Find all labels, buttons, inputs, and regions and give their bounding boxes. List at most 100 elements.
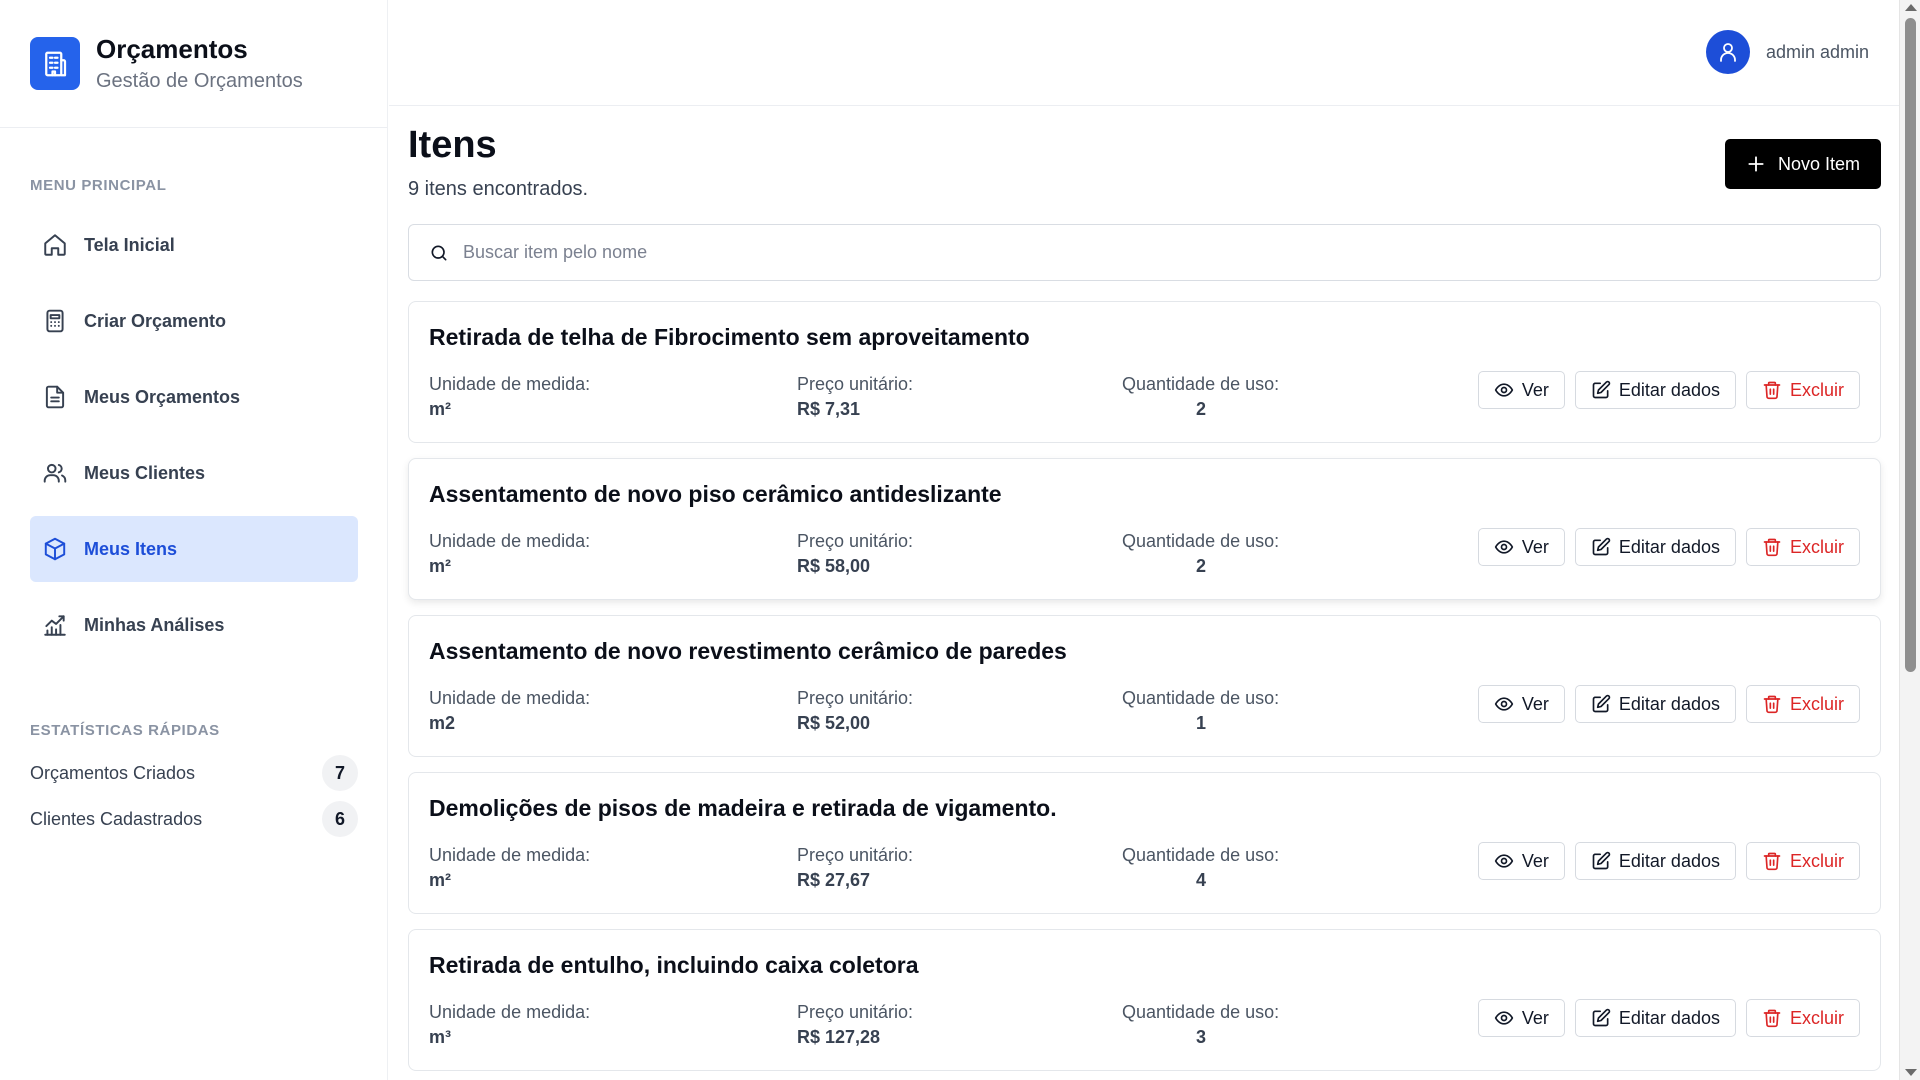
edit-label: Editar dados (1618, 379, 1720, 400)
unit-label: Unidade de medida: (429, 531, 591, 551)
sidebar-item-label: Minhas Análises (84, 614, 225, 635)
search-icon (431, 245, 447, 260)
delete-button[interactable]: Excluir (1745, 842, 1860, 880)
unit-value: m² (429, 556, 451, 576)
document-icon (45, 385, 65, 409)
user-icon (1705, 30, 1750, 74)
edit-icon (1592, 380, 1611, 399)
sidebar-item-label: Meus Orçamentos (84, 386, 241, 407)
eye-icon (1494, 854, 1514, 868)
sidebar-item-tela-inicial[interactable]: Tela Inicial (30, 212, 358, 278)
stat-label: Clientes Cadastrados (30, 808, 203, 829)
delete-button[interactable]: Excluir (1745, 685, 1860, 723)
view-label: Ver (1521, 1007, 1549, 1028)
eye-icon (1494, 1011, 1514, 1025)
stat-count-badge: 6 (322, 801, 358, 837)
usage-value: 3 (1195, 1027, 1206, 1047)
search-input[interactable] (463, 242, 1763, 263)
trash-icon (1763, 381, 1781, 400)
item-actions: Ver Editar dados Excluir (1468, 528, 1860, 566)
edit-icon (1592, 851, 1611, 870)
page-scrollbar[interactable] (1899, 0, 1920, 1080)
usage-value: 4 (1195, 870, 1206, 890)
item-name: Demolições de pisos de madeira e retirad… (429, 795, 1057, 821)
unit-label: Unidade de medida: (429, 688, 591, 708)
edit-button[interactable]: Editar dados (1574, 371, 1736, 409)
delete-button[interactable]: Excluir (1745, 371, 1860, 409)
item-actions: Ver Editar dados Excluir (1468, 371, 1860, 409)
view-button[interactable]: Ver (1477, 999, 1565, 1037)
usage-label: Quantidade de uso: (1122, 845, 1280, 865)
scroll-down-arrow-icon[interactable] (1905, 1069, 1917, 1076)
unit-label: Unidade de medida: (429, 1002, 591, 1022)
delete-label: Excluir (1789, 1007, 1844, 1028)
stat-row: Clientes Cadastrados 6 (30, 796, 358, 842)
building-icon (30, 37, 80, 90)
unit-value: m² (429, 399, 451, 419)
edit-icon (1592, 537, 1611, 556)
trash-icon (1763, 695, 1781, 714)
edit-icon (1592, 1008, 1611, 1027)
usage-label: Quantidade de uso: (1122, 374, 1280, 394)
new-item-label: Novo Item (1777, 153, 1861, 174)
price-label: Preço unitário: (797, 845, 914, 865)
delete-label: Excluir (1789, 850, 1844, 871)
sidebar-item-minhas-analises[interactable]: Minhas Análises (30, 592, 358, 658)
view-button[interactable]: Ver (1477, 685, 1565, 723)
edit-button[interactable]: Editar dados (1574, 999, 1736, 1037)
usage-value: 1 (1195, 713, 1206, 733)
user-name: admin admin (1765, 41, 1869, 62)
view-button[interactable]: Ver (1477, 842, 1565, 880)
price-label: Preço unitário: (797, 688, 914, 708)
price-value: R$ 58,00 (797, 556, 871, 576)
item-actions: Ver Editar dados Excluir (1468, 685, 1860, 723)
view-label: Ver (1521, 536, 1549, 557)
unit-value: m² (429, 870, 451, 890)
usage-value: 2 (1195, 399, 1206, 419)
item-card: Retirada de telha de Fibrocimento sem ap… (408, 301, 1881, 443)
brand-subtitle: Gestão de Orçamentos (96, 69, 303, 92)
chart-icon (44, 615, 66, 636)
edit-label: Editar dados (1618, 693, 1720, 714)
eye-icon (1494, 540, 1514, 554)
price-value: R$ 52,00 (797, 713, 871, 733)
usage-label: Quantidade de uso: (1122, 531, 1280, 551)
edit-label: Editar dados (1618, 1007, 1720, 1028)
edit-button[interactable]: Editar dados (1574, 842, 1736, 880)
price-value: R$ 127,28 (797, 1027, 881, 1047)
usage-value: 2 (1195, 556, 1206, 576)
edit-button[interactable]: Editar dados (1574, 528, 1736, 566)
items-count: 9 itens encontrados. (408, 178, 589, 200)
view-button[interactable]: Ver (1477, 371, 1565, 409)
brand-header: Orçamentos Gestão de Orçamentos (0, 0, 387, 128)
delete-button[interactable]: Excluir (1745, 999, 1860, 1037)
sidebar-item-label: Meus Clientes (84, 462, 206, 483)
calculator-icon (46, 309, 64, 333)
user-menu[interactable]: admin admin (1705, 30, 1869, 74)
top-bar: admin admin (389, 0, 1899, 106)
item-name: Retirada de entulho, incluindo caixa col… (429, 952, 919, 978)
edit-button[interactable]: Editar dados (1574, 685, 1736, 723)
item-card: Retirada de entulho, incluindo caixa col… (408, 929, 1881, 1071)
sidebar-item-criar-orcamento[interactable]: Criar Orçamento (30, 288, 358, 354)
scroll-up-arrow-icon[interactable] (1905, 4, 1917, 11)
main-nav: Tela Inicial Criar Orçamento Meus Orçame… (30, 212, 358, 668)
price-label: Preço unitário: (797, 374, 914, 394)
new-item-button[interactable]: Novo Item (1725, 139, 1881, 189)
sidebar-item-meus-itens[interactable]: Meus Itens (30, 516, 358, 582)
eye-icon (1494, 383, 1514, 397)
delete-button[interactable]: Excluir (1745, 528, 1860, 566)
trash-icon (1763, 1009, 1781, 1028)
home-icon (44, 234, 66, 256)
quick-stats: Orçamentos Criados 7 Clientes Cadastrado… (30, 750, 358, 842)
sidebar-item-meus-orcamentos[interactable]: Meus Orçamentos (30, 364, 358, 430)
item-name: Assentamento de novo piso cerâmico antid… (429, 481, 1002, 507)
unit-label: Unidade de medida: (429, 845, 591, 865)
view-label: Ver (1521, 850, 1549, 871)
delete-label: Excluir (1789, 379, 1844, 400)
sidebar-item-meus-clientes[interactable]: Meus Clientes (30, 440, 358, 506)
view-button[interactable]: Ver (1477, 528, 1565, 566)
delete-label: Excluir (1789, 693, 1844, 714)
scroll-thumb[interactable] (1905, 18, 1916, 672)
sidebar-item-label: Meus Itens (84, 538, 178, 559)
